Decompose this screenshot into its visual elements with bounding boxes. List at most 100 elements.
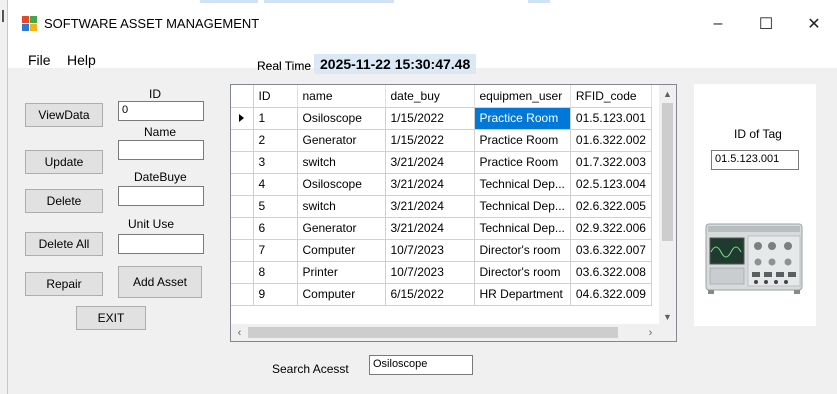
menu-file[interactable]: File — [28, 52, 51, 68]
repair-button[interactable]: Repair — [25, 272, 103, 296]
unit-label: Unit Use — [128, 217, 175, 231]
table-row[interactable]: 6 Generator 3/21/2024 Technical Dep... 0… — [231, 217, 652, 240]
table-cell[interactable]: 1/15/2022 — [385, 129, 475, 152]
row-header[interactable] — [231, 151, 254, 174]
table-cell[interactable]: 01.6.322.002 — [570, 129, 652, 152]
table-row[interactable]: 2 Generator 1/15/2022 Practice Room 01.6… — [231, 129, 652, 152]
delete-button[interactable]: Delete — [25, 189, 103, 213]
search-input[interactable]: Osiloscope — [369, 355, 473, 375]
table-cell[interactable]: 4 — [253, 173, 298, 196]
add-asset-button[interactable]: Add Asset — [118, 266, 202, 298]
column-header-equipment-user[interactable]: equipmen_user — [474, 85, 571, 108]
unit-input[interactable] — [118, 234, 204, 254]
scrollbar-corner — [659, 324, 676, 341]
table-cell[interactable]: Generator — [297, 129, 386, 152]
row-header[interactable] — [231, 173, 254, 196]
table-cell[interactable]: 01.5.123.001 — [570, 107, 652, 130]
table-cell[interactable]: 3/21/2024 — [385, 217, 475, 240]
horizontal-scrollbar[interactable]: ‹ › — [231, 324, 659, 341]
scroll-down-icon[interactable]: ▼ — [659, 308, 676, 325]
table-cell[interactable]: Practice Room — [474, 129, 571, 152]
view-data-button[interactable]: ViewData — [25, 103, 103, 127]
table-cell[interactable]: Osiloscope — [297, 173, 386, 196]
close-button[interactable]: ✕ — [794, 10, 834, 38]
table-cell[interactable]: Director's room — [474, 261, 571, 284]
table-cell[interactable]: Technical Dep... — [474, 173, 571, 196]
table-cell[interactable]: switch — [297, 195, 386, 218]
table-cell[interactable]: 01.7.322.003 — [570, 151, 652, 174]
table-row[interactable]: 3 switch 3/21/2024 Practice Room 01.7.32… — [231, 151, 652, 174]
table-cell[interactable]: Computer — [297, 239, 386, 262]
table-cell[interactable]: 04.6.322.009 — [570, 283, 652, 306]
current-row-indicator — [231, 107, 254, 130]
table-cell[interactable]: 6/15/2022 — [385, 283, 475, 306]
row-header[interactable] — [231, 195, 254, 218]
table-row[interactable]: 1 Osiloscope 1/15/2022 Practice Room 01.… — [231, 107, 652, 130]
table-cell[interactable]: 3/21/2024 — [385, 173, 475, 196]
table-cell[interactable]: 7 — [253, 239, 298, 262]
table-cell[interactable]: Computer — [297, 283, 386, 306]
table-cell[interactable]: Practice Room — [474, 151, 571, 174]
column-header-name[interactable]: name — [297, 85, 386, 108]
row-header[interactable] — [231, 217, 254, 240]
table-cell[interactable]: Technical Dep... — [474, 217, 571, 240]
update-button[interactable]: Update — [25, 150, 103, 174]
table-cell[interactable]: Director's room — [474, 239, 571, 262]
id-input[interactable]: 0 — [118, 101, 204, 121]
row-arrow-icon — [239, 114, 245, 122]
column-header-date-buy[interactable]: date_buy — [385, 85, 475, 108]
row-header[interactable] — [231, 129, 254, 152]
vertical-scroll-thumb[interactable] — [662, 103, 673, 241]
table-cell[interactable]: 3/21/2024 — [385, 151, 475, 174]
table-row[interactable]: 4 Osiloscope 3/21/2024 Technical Dep... … — [231, 173, 652, 196]
tag-input[interactable]: 01.5.123.001 — [711, 150, 799, 170]
app-icon — [22, 16, 38, 32]
table-cell[interactable]: Technical Dep... — [474, 195, 571, 218]
table-cell[interactable]: Generator — [297, 217, 386, 240]
table-cell[interactable]: 03.6.322.007 — [570, 239, 652, 262]
scroll-up-icon[interactable]: ▲ — [659, 85, 676, 102]
table-cell[interactable]: Printer — [297, 261, 386, 284]
name-input[interactable] — [118, 140, 204, 160]
table-cell[interactable]: 6 — [253, 217, 298, 240]
table-cell[interactable]: 2 — [253, 129, 298, 152]
table-row[interactable]: 8 Printer 10/7/2023 Director's room 03.6… — [231, 261, 652, 284]
table-row[interactable]: 5 switch 3/21/2024 Technical Dep... 02.6… — [231, 195, 652, 218]
horizontal-scroll-thumb[interactable] — [248, 327, 618, 338]
table-cell[interactable]: 8 — [253, 261, 298, 284]
table-cell[interactable]: 1/15/2022 — [385, 107, 475, 130]
table-cell[interactable]: 02.9.322.006 — [570, 217, 652, 240]
row-header[interactable] — [231, 261, 254, 284]
scroll-right-icon[interactable]: › — [642, 324, 659, 341]
table-cell[interactable]: switch — [297, 151, 386, 174]
table-cell[interactable]: 03.6.322.008 — [570, 261, 652, 284]
asset-data-grid[interactable]: ID name date_buy equipmen_user RFID_code… — [230, 84, 677, 342]
table-cell[interactable]: 3 — [253, 151, 298, 174]
table-cell[interactable]: 10/7/2023 — [385, 239, 475, 262]
table-cell[interactable]: 10/7/2023 — [385, 261, 475, 284]
table-cell[interactable]: 3/21/2024 — [385, 195, 475, 218]
table-row[interactable]: 9 Computer 6/15/2022 HR Department 04.6.… — [231, 283, 652, 306]
table-cell[interactable]: 02.6.322.005 — [570, 195, 652, 218]
minimize-button[interactable]: – — [698, 10, 738, 38]
selected-table-cell[interactable]: Practice Room — [474, 107, 571, 130]
maximize-button[interactable]: ☐ — [746, 10, 786, 38]
delete-all-button[interactable]: Delete All — [25, 232, 103, 256]
table-cell[interactable]: 1 — [253, 107, 298, 130]
table-cell[interactable]: 02.5.123.004 — [570, 173, 652, 196]
table-row[interactable]: 7 Computer 10/7/2023 Director's room 03.… — [231, 239, 652, 262]
scroll-left-icon[interactable]: ‹ — [231, 324, 248, 341]
table-cell[interactable]: HR Department — [474, 283, 571, 306]
table-cell[interactable]: 5 — [253, 195, 298, 218]
table-cell[interactable]: Osiloscope — [297, 107, 386, 130]
row-header[interactable] — [231, 239, 254, 262]
left-window-edge — [0, 0, 8, 394]
row-header[interactable] — [231, 283, 254, 306]
menu-help[interactable]: Help — [67, 52, 96, 68]
column-header-id[interactable]: ID — [253, 85, 298, 108]
exit-button[interactable]: EXIT — [76, 306, 146, 330]
vertical-scrollbar[interactable]: ▲ ▼ — [659, 85, 676, 325]
date-input[interactable] — [118, 186, 204, 206]
column-header-rfid-code[interactable]: RFID_code — [570, 85, 652, 108]
table-cell[interactable]: 9 — [253, 283, 298, 306]
